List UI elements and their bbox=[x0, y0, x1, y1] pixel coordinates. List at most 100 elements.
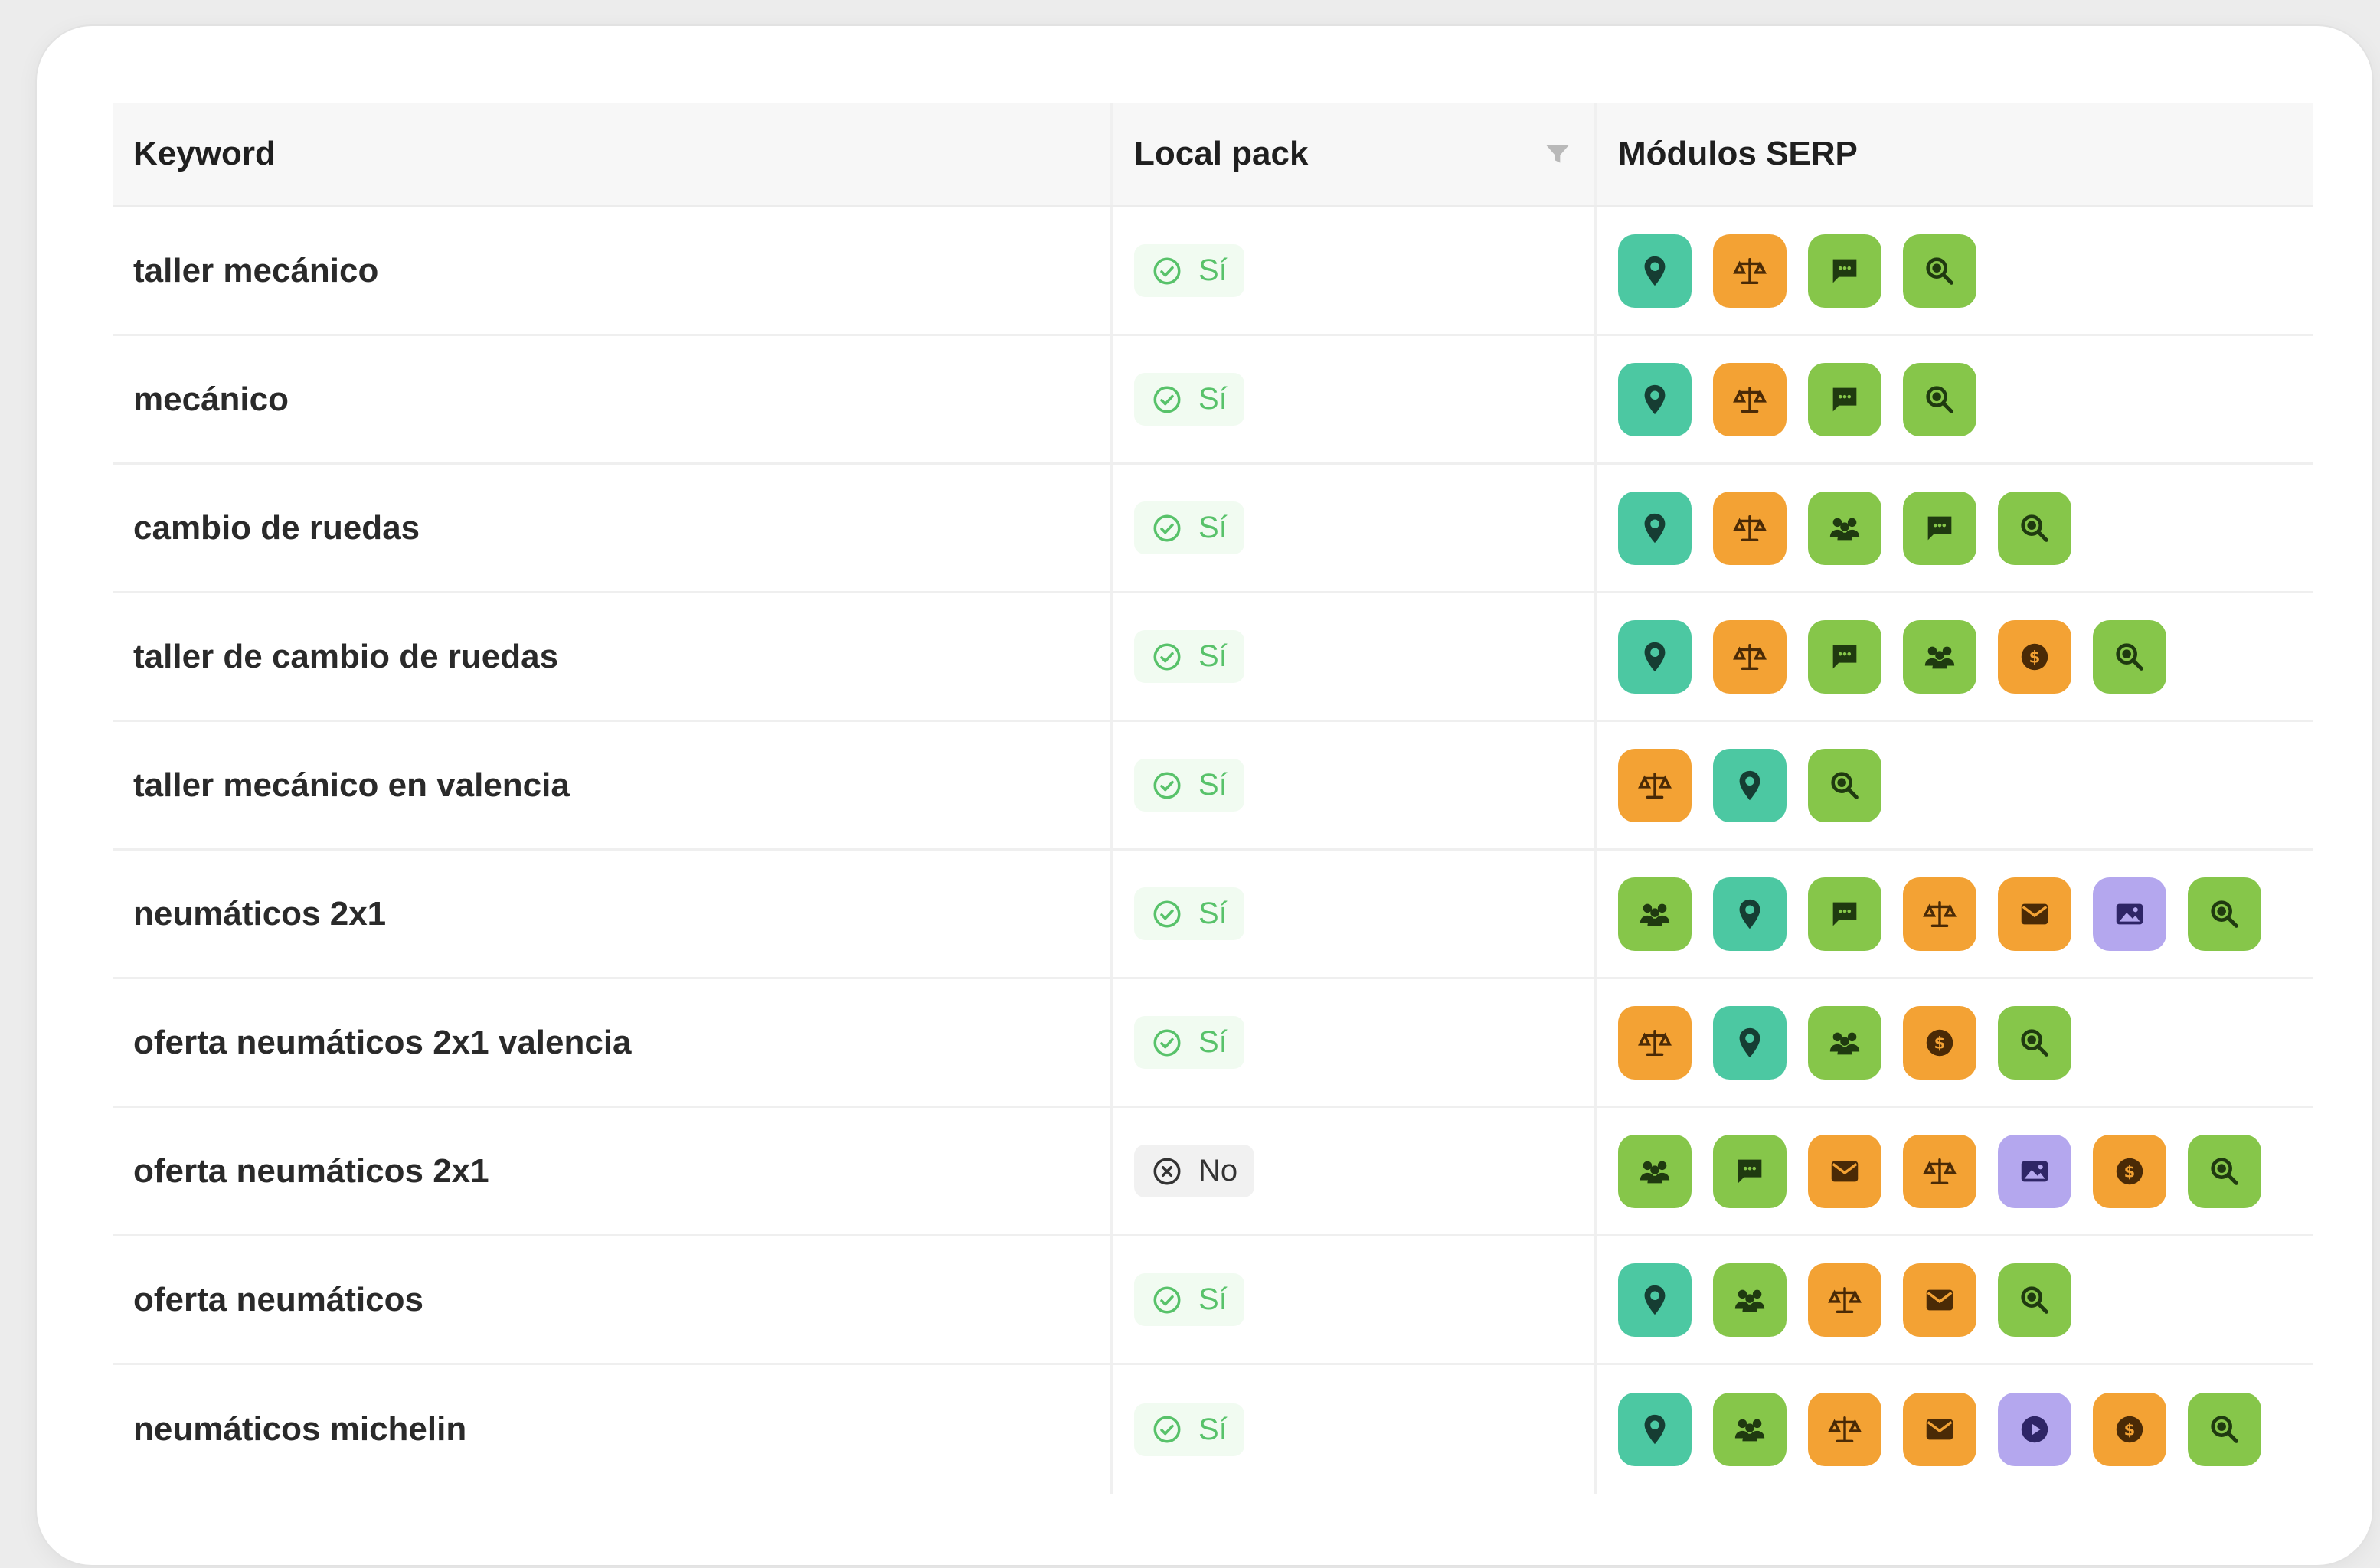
scale-icon[interactable] bbox=[1618, 748, 1692, 822]
local-pack-cell: No bbox=[1113, 1108, 1597, 1234]
keyword-cell: mecánico bbox=[113, 336, 1113, 462]
serp-modules-cell bbox=[1597, 851, 2313, 977]
x-circle-icon bbox=[1151, 1155, 1183, 1187]
people-icon[interactable] bbox=[1713, 1263, 1787, 1337]
chat-icon[interactable] bbox=[1808, 362, 1881, 436]
table-row[interactable]: cambio de ruedas Sí bbox=[113, 465, 2313, 593]
local-pack-yes-badge: Sí bbox=[1134, 244, 1244, 297]
coin-icon[interactable]: $ bbox=[1998, 619, 2071, 694]
keyword-cell: oferta neumáticos 2x1 valencia bbox=[113, 979, 1113, 1106]
search-icon[interactable] bbox=[2093, 619, 2166, 694]
scale-icon[interactable] bbox=[1903, 877, 1976, 951]
keyword-text: neumáticos michelin bbox=[133, 1410, 467, 1448]
scale-icon[interactable] bbox=[1808, 1263, 1881, 1337]
local-pack-label: Sí bbox=[1198, 639, 1228, 673]
search-icon[interactable] bbox=[2188, 877, 2261, 951]
local-pack-yes-badge: Sí bbox=[1134, 887, 1244, 940]
scale-icon[interactable] bbox=[1618, 1005, 1692, 1080]
search-icon[interactable] bbox=[1903, 234, 1976, 308]
scale-icon[interactable] bbox=[1713, 362, 1787, 436]
coin-icon[interactable]: $ bbox=[1903, 1005, 1976, 1080]
svg-text:$: $ bbox=[2029, 647, 2041, 666]
map-pin-icon[interactable] bbox=[1618, 491, 1692, 565]
people-icon[interactable] bbox=[1618, 877, 1692, 951]
table-row[interactable]: taller de cambio de ruedas Sí $ bbox=[113, 593, 2313, 722]
local-pack-yes-badge: Sí bbox=[1134, 630, 1244, 683]
scale-icon[interactable] bbox=[1903, 1134, 1976, 1208]
filter-icon[interactable] bbox=[1542, 139, 1573, 169]
scale-icon[interactable] bbox=[1713, 491, 1787, 565]
coin-icon[interactable]: $ bbox=[2093, 1134, 2166, 1208]
local-pack-yes-badge: Sí bbox=[1134, 1273, 1244, 1326]
check-circle-icon bbox=[1151, 1027, 1183, 1059]
search-icon[interactable] bbox=[1998, 1263, 2071, 1337]
table-row[interactable]: neumáticos michelin Sí $ bbox=[113, 1365, 2313, 1494]
local-pack-cell: Sí bbox=[1113, 851, 1597, 977]
people-icon[interactable] bbox=[1808, 1005, 1881, 1080]
header-local-pack[interactable]: Local pack bbox=[1113, 103, 1597, 205]
people-icon[interactable] bbox=[1713, 1393, 1787, 1466]
video-icon[interactable] bbox=[1998, 1393, 2071, 1466]
svg-text:$: $ bbox=[1934, 1033, 1946, 1052]
chat-icon[interactable] bbox=[1808, 234, 1881, 308]
mail-icon[interactable] bbox=[1808, 1134, 1881, 1208]
local-pack-cell: Sí bbox=[1113, 465, 1597, 591]
table-header: Keyword Local pack Módulos SERP bbox=[113, 103, 2313, 207]
local-pack-yes-badge: Sí bbox=[1134, 1403, 1244, 1456]
search-icon[interactable] bbox=[2188, 1393, 2261, 1466]
check-circle-icon bbox=[1151, 898, 1183, 930]
scale-icon[interactable] bbox=[1713, 619, 1787, 694]
image-icon[interactable] bbox=[2093, 877, 2166, 951]
people-icon[interactable] bbox=[1808, 491, 1881, 565]
table-row[interactable]: oferta neumáticos 2x1 valencia Sí $ bbox=[113, 979, 2313, 1108]
table-row[interactable]: taller mecánico en valencia Sí bbox=[113, 722, 2313, 851]
scale-icon[interactable] bbox=[1808, 1393, 1881, 1466]
map-pin-icon[interactable] bbox=[1618, 619, 1692, 694]
people-icon[interactable] bbox=[1903, 619, 1976, 694]
search-icon[interactable] bbox=[1903, 362, 1976, 436]
check-circle-icon bbox=[1151, 1284, 1183, 1316]
table-row[interactable]: oferta neumáticos Sí bbox=[113, 1236, 2313, 1365]
keyword-text: taller mecánico bbox=[133, 251, 379, 289]
mail-icon[interactable] bbox=[1903, 1263, 1976, 1337]
serp-modules-cell: $ bbox=[1597, 1365, 2313, 1494]
map-pin-icon[interactable] bbox=[1618, 1393, 1692, 1466]
table-row[interactable]: oferta neumáticos 2x1 No $ bbox=[113, 1108, 2313, 1236]
map-pin-icon[interactable] bbox=[1618, 234, 1692, 308]
search-icon[interactable] bbox=[1998, 1005, 2071, 1080]
search-icon[interactable] bbox=[1998, 491, 2071, 565]
local-pack-label: Sí bbox=[1198, 1282, 1228, 1316]
image-icon[interactable] bbox=[1998, 1134, 2071, 1208]
map-pin-icon[interactable] bbox=[1713, 748, 1787, 822]
chat-icon[interactable] bbox=[1808, 619, 1881, 694]
chat-icon[interactable] bbox=[1808, 877, 1881, 951]
map-pin-icon[interactable] bbox=[1618, 362, 1692, 436]
mail-icon[interactable] bbox=[1903, 1393, 1976, 1466]
local-pack-label: Sí bbox=[1198, 511, 1228, 544]
check-circle-icon bbox=[1151, 512, 1183, 544]
table-row[interactable]: mecánico Sí bbox=[113, 336, 2313, 465]
map-pin-icon[interactable] bbox=[1618, 1263, 1692, 1337]
local-pack-cell: Sí bbox=[1113, 722, 1597, 848]
local-pack-cell: Sí bbox=[1113, 207, 1597, 334]
header-modules[interactable]: Módulos SERP bbox=[1597, 103, 2313, 205]
search-icon[interactable] bbox=[1808, 748, 1881, 822]
table-row[interactable]: taller mecánico Sí bbox=[113, 207, 2313, 336]
local-pack-yes-badge: Sí bbox=[1134, 1016, 1244, 1069]
svg-text:$: $ bbox=[2124, 1161, 2136, 1181]
map-pin-icon[interactable] bbox=[1713, 877, 1787, 951]
serp-modules-cell bbox=[1597, 207, 2313, 334]
table-row[interactable]: neumáticos 2x1 Sí bbox=[113, 851, 2313, 979]
coin-icon[interactable]: $ bbox=[2093, 1393, 2166, 1466]
people-icon[interactable] bbox=[1618, 1134, 1692, 1208]
chat-icon[interactable] bbox=[1903, 491, 1976, 565]
local-pack-label: No bbox=[1198, 1154, 1238, 1187]
scale-icon[interactable] bbox=[1713, 234, 1787, 308]
header-keyword[interactable]: Keyword bbox=[113, 103, 1113, 205]
keyword-cell: neumáticos 2x1 bbox=[113, 851, 1113, 977]
search-icon[interactable] bbox=[2188, 1134, 2261, 1208]
mail-icon[interactable] bbox=[1998, 877, 2071, 951]
keyword-text: cambio de ruedas bbox=[133, 508, 420, 547]
map-pin-icon[interactable] bbox=[1713, 1005, 1787, 1080]
chat-icon[interactable] bbox=[1713, 1134, 1787, 1208]
